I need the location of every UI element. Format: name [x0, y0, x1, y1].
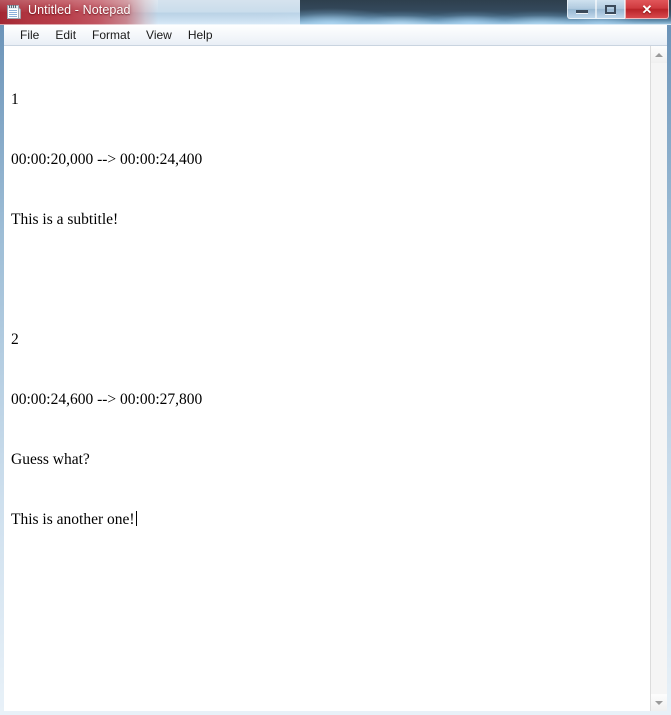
text-line: 00:00:20,000 --> 00:00:24,400: [11, 151, 203, 168]
menu-item-file[interactable]: File: [12, 26, 47, 44]
window-title: Untitled - Notepad: [28, 3, 131, 17]
menu-item-view[interactable]: View: [138, 26, 180, 44]
maximize-icon: [605, 4, 616, 14]
text-editor-area[interactable]: 1 00:00:20,000 --> 00:00:24,400 This is …: [5, 47, 647, 710]
menu-item-format[interactable]: Format: [84, 26, 138, 44]
minimize-button[interactable]: [567, 0, 596, 19]
menu-bar: File Edit Format View Help: [4, 25, 667, 46]
close-button[interactable]: ✕: [625, 0, 669, 19]
text-line: This is a subtitle!: [11, 211, 119, 228]
scroll-down-arrow-icon: [655, 700, 663, 705]
text-line: 1: [11, 91, 19, 108]
scroll-down-button[interactable]: [651, 694, 667, 711]
text-line: [11, 270, 647, 290]
notepad-icon: [6, 4, 22, 20]
title-bar[interactable]: Untitled - Notepad ✕: [0, 0, 671, 25]
text-line: Guess what?: [11, 451, 90, 468]
notepad-window: Untitled - Notepad ✕ File Edit Format Vi…: [0, 0, 671, 715]
scroll-up-button[interactable]: [651, 46, 667, 63]
scrollbar-track[interactable]: [651, 63, 667, 694]
text-line-with-caret: This is another one!: [11, 510, 647, 530]
text-caret: [135, 511, 137, 526]
document-text[interactable]: 1 00:00:20,000 --> 00:00:24,400 This is …: [5, 47, 647, 570]
close-icon: ✕: [641, 1, 653, 17]
vertical-scrollbar[interactable]: [650, 46, 667, 711]
text-line: This is another one!: [11, 511, 135, 528]
maximize-button[interactable]: [596, 0, 625, 19]
text-line: 00:00:24,600 --> 00:00:27,800: [11, 391, 203, 408]
menu-item-help[interactable]: Help: [180, 26, 221, 44]
scroll-up-arrow-icon: [655, 52, 663, 57]
minimize-icon: [575, 10, 588, 13]
menu-item-edit[interactable]: Edit: [47, 26, 84, 44]
text-line: 2: [11, 331, 19, 348]
